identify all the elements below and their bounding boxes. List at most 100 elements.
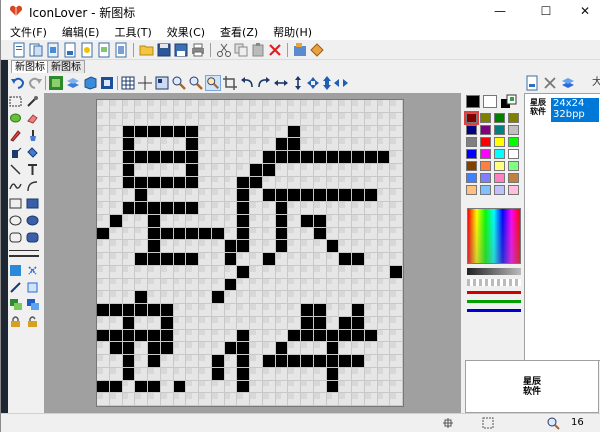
format-properties-icon[interactable] [560, 75, 576, 91]
flip-horizontal-icon[interactable] [273, 75, 289, 91]
palette-swatch[interactable] [464, 111, 479, 125]
new-doc-icon[interactable] [62, 42, 78, 58]
menu-edit[interactable]: 编辑(E) [53, 22, 106, 40]
palette-swatch[interactable] [480, 125, 491, 135]
new-cursor-icon[interactable] [79, 42, 95, 58]
menu-file[interactable]: 文件(F) [1, 22, 53, 40]
format-item[interactable]: 星辰 软件 24x24 32bpp [525, 96, 600, 122]
pencil-icon[interactable] [8, 128, 23, 143]
maximize-button[interactable]: ☐ [523, 0, 569, 22]
line-width-thin[interactable] [9, 250, 39, 251]
palette-swatch[interactable] [466, 185, 477, 195]
crop-icon[interactable] [222, 75, 238, 91]
new-format-icon[interactable] [524, 75, 540, 91]
eyedropper-icon[interactable] [25, 94, 40, 109]
rotate-left-icon[interactable] [239, 75, 255, 91]
line-icon[interactable] [8, 162, 23, 177]
new-animation-icon[interactable] [113, 42, 129, 58]
palette-swatch[interactable] [494, 137, 505, 147]
brightness-slider[interactable] [467, 268, 521, 275]
flip-vertical-icon[interactable] [290, 75, 306, 91]
rounded-rect-icon[interactable] [8, 230, 23, 245]
library-icon[interactable] [309, 42, 325, 58]
pixel-canvas[interactable] [96, 99, 404, 407]
cut-icon[interactable] [216, 42, 232, 58]
palette-swatch[interactable] [508, 137, 519, 147]
pixel-grid-icon[interactable] [154, 75, 170, 91]
brush-icon[interactable] [25, 128, 40, 143]
palette-swatch[interactable] [508, 161, 519, 171]
lasso-icon[interactable] [8, 111, 23, 126]
lock-icon[interactable] [8, 314, 23, 329]
selection-frame-icon[interactable] [25, 280, 40, 295]
palette-swatch[interactable] [480, 161, 491, 171]
filled-ellipse-icon[interactable] [25, 213, 40, 228]
select-rectangle-icon[interactable] [8, 94, 23, 109]
new-library-icon[interactable] [45, 42, 61, 58]
print-icon[interactable] [190, 42, 206, 58]
palette-swatch[interactable] [480, 185, 491, 195]
screen-color-icon[interactable] [500, 94, 518, 109]
ellipse-icon[interactable] [8, 213, 23, 228]
frame-icon[interactable] [48, 75, 64, 91]
save-all-icon[interactable] [173, 42, 189, 58]
palette-swatch[interactable] [480, 113, 491, 123]
shift-left-right-icon[interactable] [333, 75, 349, 91]
transparent-icon[interactable] [25, 263, 40, 278]
new-file-icon[interactable] [11, 42, 27, 58]
tab-new-icon-2[interactable]: 新图标 [47, 60, 85, 73]
palette-swatch[interactable] [466, 173, 477, 183]
palette-swatch[interactable] [508, 113, 519, 123]
redo-icon[interactable] [27, 75, 43, 91]
menu-help[interactable]: 帮助(H) [264, 22, 318, 40]
minimize-button[interactable]: — [477, 0, 523, 22]
paste-icon[interactable] [250, 42, 266, 58]
dropper-line-icon[interactable] [8, 280, 23, 295]
menu-view[interactable]: 查看(Z) [211, 22, 264, 40]
unlock-icon[interactable] [25, 314, 40, 329]
properties-icon[interactable] [292, 42, 308, 58]
blue-slider[interactable] [467, 309, 521, 312]
close-button[interactable]: ✕ [569, 0, 600, 22]
rotate-right-icon[interactable] [256, 75, 272, 91]
curve-icon[interactable] [8, 179, 23, 194]
layer-icon[interactable] [65, 75, 81, 91]
menu-effects[interactable]: 效果(C) [158, 22, 211, 40]
color-gradient-picker[interactable] [467, 208, 521, 264]
undo-icon[interactable] [10, 75, 26, 91]
palette-swatch[interactable] [494, 113, 505, 123]
palette-swatch[interactable] [494, 161, 505, 171]
arc-icon[interactable] [25, 179, 40, 194]
red-slider[interactable] [467, 291, 521, 294]
line-width-medium[interactable] [9, 255, 39, 257]
palette-swatch[interactable] [480, 173, 491, 183]
duplicate-icon[interactable] [8, 297, 23, 312]
palette-swatch[interactable] [480, 149, 491, 159]
grid-icon[interactable] [120, 75, 136, 91]
save-icon[interactable] [156, 42, 172, 58]
background-color-swatch[interactable] [483, 95, 497, 108]
fill-frame-icon[interactable] [99, 75, 115, 91]
palette-swatch[interactable] [466, 161, 477, 171]
palette-swatch[interactable] [480, 137, 491, 147]
delete-format-icon[interactable] [542, 75, 558, 91]
open-icon[interactable] [139, 42, 155, 58]
copy-icon[interactable] [233, 42, 249, 58]
text-icon[interactable] [25, 162, 40, 177]
palette-swatch[interactable] [508, 125, 519, 135]
palette-swatch[interactable] [494, 185, 505, 195]
palette-swatch[interactable] [466, 125, 477, 135]
layers-icon[interactable] [25, 297, 40, 312]
filled-rectangle-icon[interactable] [25, 196, 40, 211]
fill-bucket-icon[interactable] [25, 145, 40, 160]
cube-icon[interactable] [82, 75, 98, 91]
palette-swatch[interactable] [508, 149, 519, 159]
palette-swatch[interactable] [466, 137, 477, 147]
eraser-icon[interactable] [25, 111, 40, 126]
zoom-fit-icon[interactable] [205, 75, 221, 91]
zoom-out-icon[interactable] [188, 75, 204, 91]
new-project-icon[interactable] [28, 42, 44, 58]
palette-swatch[interactable] [494, 125, 505, 135]
delete-icon[interactable] [267, 42, 283, 58]
menu-tools[interactable]: 工具(T) [105, 22, 157, 40]
